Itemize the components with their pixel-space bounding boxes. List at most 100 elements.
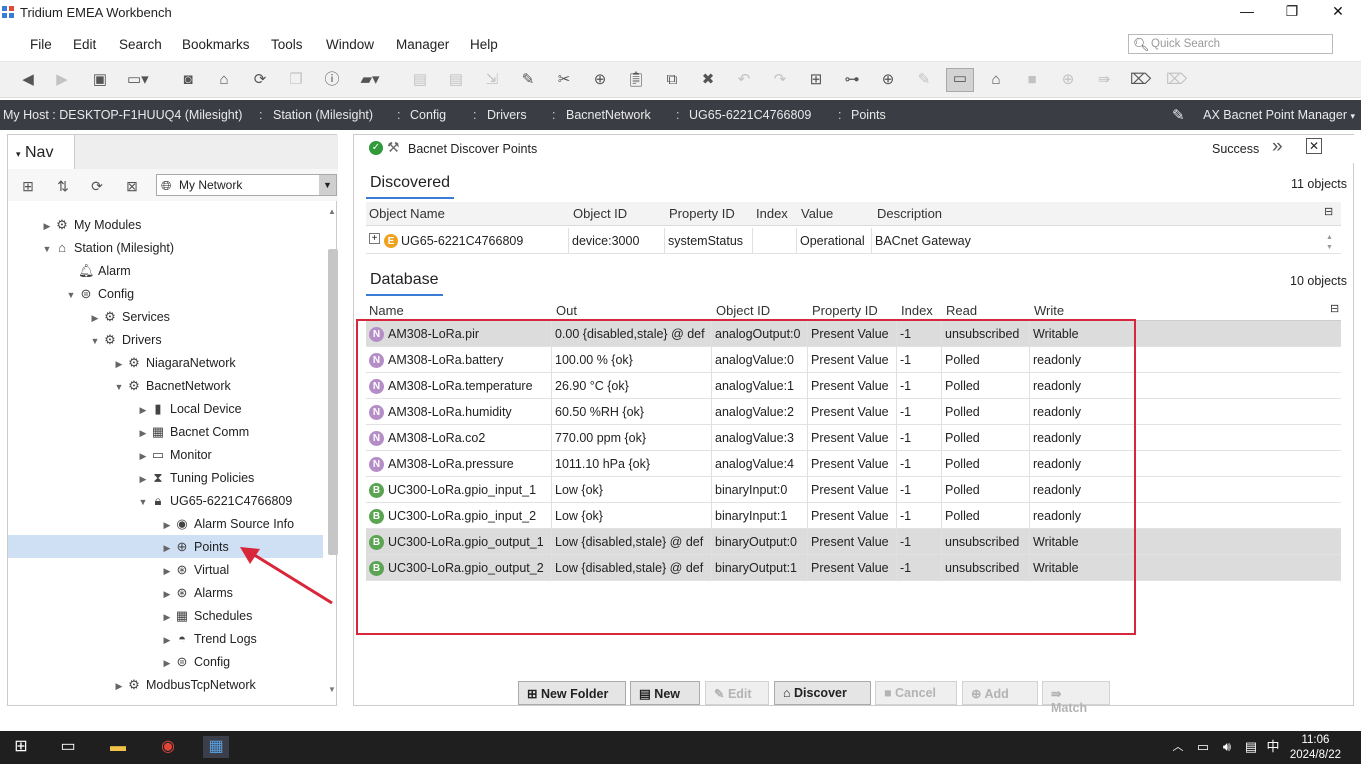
tree-item-alarm[interactable]: 🔔︎ Alarm: [8, 259, 131, 282]
close-icon[interactable]: ⊠: [123, 177, 141, 195]
expand-icon[interactable]: ▶: [112, 675, 126, 698]
collapse-icon[interactable]: ▼: [136, 491, 150, 514]
tree-item-trend-logs[interactable]: ▶ ◓ Trend Logs: [8, 627, 257, 650]
camera-icon[interactable]: ◙: [178, 70, 198, 90]
expand-icon[interactable]: ▶: [160, 652, 174, 675]
col-property-id[interactable]: Property ID: [669, 206, 735, 221]
crumb-config[interactable]: Config: [410, 108, 446, 122]
expand-icon[interactable]: +: [369, 233, 380, 244]
tray-expand-icon[interactable]: ︿: [1165, 736, 1191, 758]
sort-icon[interactable]: ⇅: [54, 177, 72, 195]
forward-icon[interactable]: ▶: [52, 70, 72, 90]
workbench-icon[interactable]: ▦: [203, 736, 229, 758]
home-folder-icon[interactable]: ▣: [90, 70, 110, 90]
menu-help[interactable]: Help: [470, 37, 498, 52]
tree-item-config[interactable]: ▼ ⊜ Config: [8, 282, 135, 307]
properties-icon[interactable]: ⓘ: [322, 70, 342, 90]
quick-search-input[interactable]: 🔍︎ Quick Search: [1128, 34, 1333, 54]
task-view-icon[interactable]: ▭: [55, 736, 81, 758]
cancel-button[interactable]: ■ Cancel: [875, 681, 957, 705]
column-chooser-icon[interactable]: ⊟: [1324, 205, 1333, 218]
collapse-icon[interactable]: ▼: [64, 284, 78, 307]
refresh-icon[interactable]: ⟳: [88, 177, 106, 195]
expand-icon[interactable]: »: [1272, 136, 1283, 158]
column-chooser-icon[interactable]: ⊟: [1330, 302, 1339, 315]
stop-icon[interactable]: ■: [1022, 70, 1042, 90]
duplicate-icon[interactable]: ⧉: [662, 70, 682, 90]
col-object-id[interactable]: Object ID: [573, 206, 627, 221]
crumb-bacnetnetwork[interactable]: BacnetNetwork: [566, 108, 651, 122]
tag-icon[interactable]: ⌦: [1130, 70, 1151, 90]
expand-icon[interactable]: ▶: [40, 215, 54, 238]
tree-item-niagaranetwork[interactable]: ▶ ⚙ NiagaraNetwork: [8, 351, 236, 374]
col-out[interactable]: Out: [556, 303, 577, 318]
nav-tab[interactable]: ▾ Nav: [8, 135, 75, 169]
add-circle-icon[interactable]: ⊕: [1058, 70, 1078, 90]
export-icon[interactable]: ⇲: [482, 70, 502, 90]
paste-icon[interactable]: 📋︎: [626, 70, 646, 90]
crumb-points[interactable]: Points: [851, 108, 886, 122]
col-index[interactable]: Index: [756, 206, 788, 221]
new-icon[interactable]: ⊕: [878, 70, 898, 90]
cut-icon[interactable]: ✂: [554, 70, 574, 90]
expand-icon[interactable]: ▶: [160, 606, 174, 629]
chrome-icon[interactable]: ◉: [155, 736, 181, 758]
view-selector[interactable]: AX Bacnet Point Manager ▾: [1203, 108, 1355, 122]
expand-icon[interactable]: ▶: [160, 514, 174, 537]
delete-icon[interactable]: ✖: [698, 70, 718, 90]
tree-item-station-milesight-[interactable]: ▼ ⌂ Station (Milesight): [8, 236, 175, 259]
ime-indicator[interactable]: 中: [1260, 736, 1286, 758]
refresh-icon[interactable]: ⟳: [250, 70, 270, 90]
col-property-id[interactable]: Property ID: [812, 303, 878, 318]
minimize-button[interactable]: —: [1232, 3, 1262, 23]
file-explorer-icon[interactable]: ▬: [105, 736, 131, 758]
collapse-icon[interactable]: ▼: [88, 330, 102, 353]
tree-item-virtual[interactable]: ▶ ⊛ Virtual: [8, 558, 230, 581]
scroll-down-icon[interactable]: ▼: [328, 685, 336, 694]
menu-tools[interactable]: Tools: [271, 37, 303, 52]
nav-scrollbar[interactable]: [328, 249, 338, 555]
new-button[interactable]: ▤ New: [630, 681, 700, 705]
close-job-icon[interactable]: ✕: [1306, 138, 1322, 154]
tree-item-alarm-source-info[interactable]: ▶ ◉ Alarm Source Info: [8, 512, 295, 537]
edit-button[interactable]: ✎ Edit: [705, 681, 769, 705]
tree-item-config[interactable]: ▶ ⊜ Config: [8, 650, 231, 675]
close-button[interactable]: ✕: [1323, 3, 1353, 23]
match-button[interactable]: ⇛ Match: [1042, 681, 1110, 715]
tags-icon[interactable]: ⌦: [1166, 70, 1187, 90]
open-icon[interactable]: ▰▾: [360, 70, 380, 90]
tree-item-ug65-6221c4766809[interactable]: ▼ 🔒︎ UG65-6221C4766809: [8, 489, 293, 514]
chevron-down-icon[interactable]: ▼: [319, 175, 336, 195]
hierarchy-icon[interactable]: ⊶: [842, 70, 862, 90]
undo-icon[interactable]: ↶: [734, 70, 754, 90]
crumb-drivers[interactable]: Drivers: [487, 108, 527, 122]
start-icon[interactable]: ⊞: [8, 736, 34, 758]
expand-icon[interactable]: ▶: [136, 422, 150, 445]
tree-item-alarms[interactable]: ▶ ⊛ Alarms: [8, 581, 233, 604]
pencil-icon[interactable]: ✎: [1172, 106, 1185, 124]
plugins-icon[interactable]: ⌂: [986, 70, 1006, 90]
menu-edit[interactable]: Edit: [73, 37, 96, 52]
save-icon[interactable]: ▤: [410, 70, 430, 90]
col-name[interactable]: Name: [369, 303, 404, 318]
expand-icon[interactable]: ▶: [136, 445, 150, 468]
menu-window[interactable]: Window: [326, 37, 374, 52]
expand-icon[interactable]: ▶: [112, 353, 126, 376]
edit-icon[interactable]: ✎: [518, 70, 538, 90]
maximize-button[interactable]: ❐: [1277, 3, 1307, 23]
col-description[interactable]: Description: [877, 206, 942, 221]
new-folder-button[interactable]: ⊞ New Folder: [518, 681, 626, 705]
col-read[interactable]: Read: [946, 303, 977, 318]
col-object-name[interactable]: Object Name: [369, 206, 445, 221]
redo-icon[interactable]: ↷: [770, 70, 790, 90]
back-icon[interactable]: ◀: [18, 70, 38, 90]
menu-bookmarks[interactable]: Bookmarks: [182, 37, 250, 52]
crumb-device[interactable]: UG65-6221C4766809: [689, 108, 811, 122]
side-bar-icon[interactable]: ▭▾: [127, 70, 149, 90]
tree-item-bacnet-comm[interactable]: ▶ ▦ Bacnet Comm: [8, 420, 250, 445]
volume-icon[interactable]: 🔊︎: [1214, 736, 1240, 758]
expand-icon[interactable]: ▶: [88, 307, 102, 330]
col-index[interactable]: Index: [901, 303, 933, 318]
tree-item-schedules[interactable]: ▶ ▦ Schedules: [8, 604, 253, 629]
tree-item-tuning-policies[interactable]: ▶ ⧗ Tuning Policies: [8, 466, 255, 489]
